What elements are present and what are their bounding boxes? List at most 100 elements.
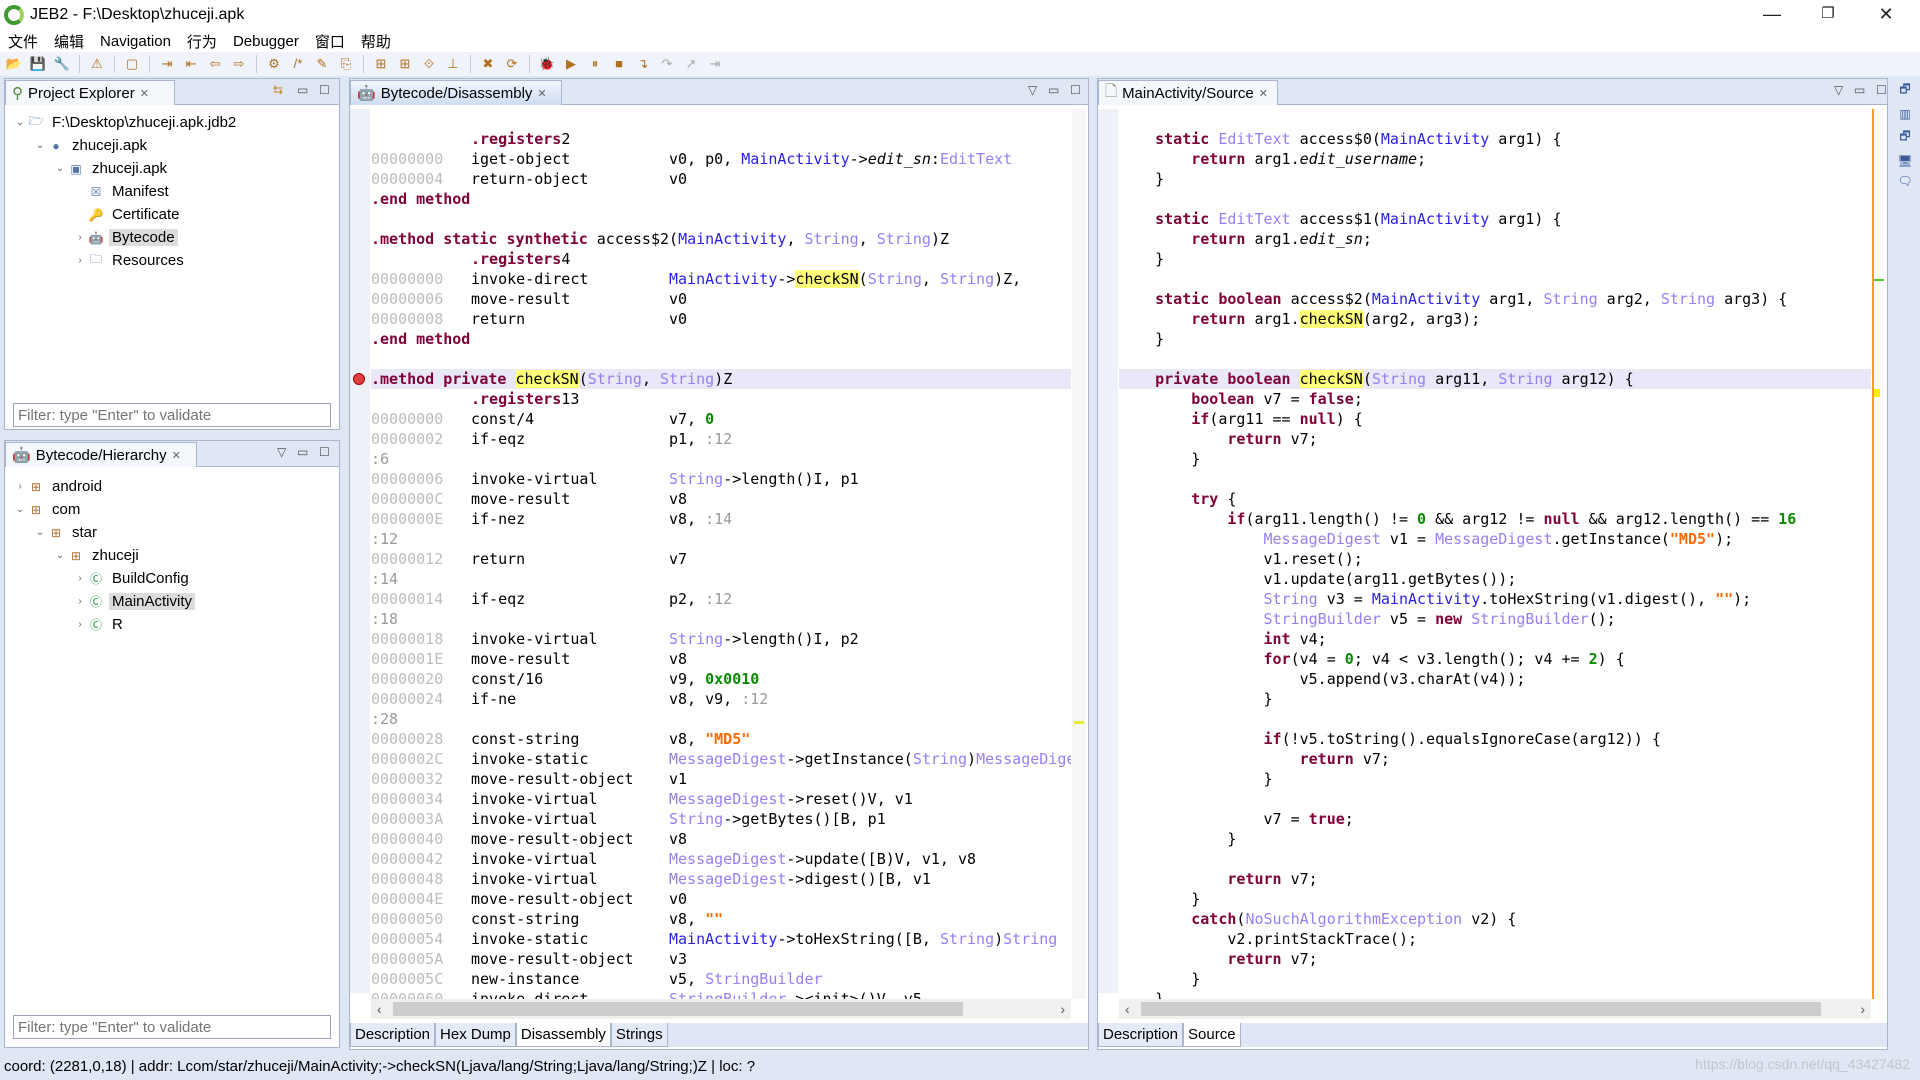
expand-toggle-icon[interactable]: › (73, 232, 87, 243)
code-line[interactable]: StringBuilder v5 = new StringBuilder(); (1119, 609, 1871, 629)
tree-item[interactable]: › 🤖 Bytecode (9, 226, 335, 249)
gears-icon[interactable]: ⚙ (264, 55, 284, 73)
tab-mainactivity-source[interactable]: 🗋 MainActivity/Source ✕ (1098, 80, 1278, 105)
expand-toggle-icon[interactable]: ⌄ (13, 117, 27, 128)
minimize-panel-icon[interactable]: ▭ (297, 83, 308, 97)
minimize-panel-icon[interactable]: ▭ (1048, 83, 1059, 97)
menu-item-3[interactable]: 行为 (187, 31, 217, 52)
tab-description[interactable]: Description (1098, 1023, 1184, 1047)
new-file-icon[interactable]: ▢ (122, 55, 142, 73)
expand-toggle-icon[interactable]: ⌄ (33, 527, 47, 538)
code-line[interactable]: 00000034 invoke-virtual MessageDigest->res… (371, 789, 1071, 809)
code-line[interactable]: private boolean checkSN(String arg11, St… (1119, 369, 1871, 389)
code-line[interactable]: return v7; (1119, 869, 1871, 889)
restore-button[interactable]: ❐ (1800, 0, 1856, 30)
pause-icon[interactable]: ⏸ (585, 55, 605, 73)
code-line[interactable]: } (1119, 329, 1871, 349)
code-line[interactable]: 0000001E move-result v8 (371, 649, 1071, 669)
link-editor-icon[interactable]: ⇆ (273, 83, 283, 97)
code-line[interactable] (371, 209, 1071, 229)
overview-ruler[interactable] (1872, 109, 1884, 999)
tab-description[interactable]: Description (350, 1023, 436, 1047)
code-line[interactable]: :14 (371, 569, 1071, 589)
code-line[interactable]: static boolean access$2(MainActivity arg… (1119, 289, 1871, 309)
code-line[interactable]: 00000020 const/16 v9, 0x0010 (371, 669, 1071, 689)
code-line[interactable]: static EditText access$0(MainActivity ar… (1119, 129, 1871, 149)
code-line[interactable]: return v7; (1119, 949, 1871, 969)
project-filter-input[interactable] (13, 403, 331, 427)
comments-icon[interactable]: 🗨 (1897, 174, 1912, 188)
expand-toggle-icon[interactable]: › (73, 596, 87, 607)
code-line[interactable]: 0000000C move-result v8 (371, 489, 1071, 509)
expand-toggle-icon[interactable]: › (73, 573, 87, 584)
view-menu-icon[interactable]: ▽ (1834, 83, 1843, 97)
code-line[interactable]: if(arg11 == null) { (1119, 409, 1871, 429)
tree-item[interactable]: › Ⓒ R (9, 613, 335, 636)
tab-hex-dump[interactable]: Hex Dump (435, 1023, 516, 1047)
tab-strings[interactable]: Strings (610, 1023, 668, 1047)
tab-bytecode-disassembly[interactable]: 🤖 Bytecode/Disassembly ✕ (350, 80, 562, 105)
code-line[interactable]: } (1119, 829, 1871, 849)
code-line[interactable]: } (1119, 989, 1871, 999)
code-line[interactable]: return v7; (1119, 429, 1871, 449)
expand-toggle-icon[interactable]: ⌄ (33, 140, 47, 151)
code-line[interactable]: .registers13 (371, 389, 1071, 409)
code-line[interactable]: v1.reset(); (1119, 549, 1871, 569)
tree-item[interactable]: ⌄ 🗁 F:\Desktop\zhuceji.apk.jdb2 (9, 111, 335, 134)
navigate-icon[interactable]: ⟐ (419, 55, 439, 73)
code-line[interactable]: 00000006 move-result v0 (371, 289, 1071, 309)
code-line[interactable]: 00000006 invoke-virtual String->length()I,… (371, 469, 1071, 489)
disassembly-code[interactable]: .registers2 00000000 iget-object v0, p0, Ma… (353, 129, 1071, 999)
code-line[interactable]: v2.printStackTrace(); (1119, 929, 1871, 949)
tree-icon[interactable]: ⊥ (443, 55, 463, 73)
open-icon[interactable]: 📂 (4, 55, 24, 73)
code-line[interactable]: } (1119, 969, 1871, 989)
menu-item-4[interactable]: Debugger (233, 33, 299, 50)
code-line[interactable]: 00000000 invoke-direct MainActivity->check… (371, 269, 1071, 289)
source-code[interactable]: static EditText access$0(MainActivity ar… (1119, 109, 1871, 999)
menu-item-0[interactable]: 文件 (8, 31, 38, 52)
code-line[interactable]: .registers4 (371, 249, 1071, 269)
code-line[interactable]: .method static synthetic access$2(MainAc… (371, 229, 1071, 249)
tree-item[interactable]: › 🗀 Resources (9, 249, 335, 272)
code-line[interactable]: 00000040 move-result-object v8 (371, 829, 1071, 849)
code-line[interactable]: MessageDigest v1 = MessageDigest.getInst… (1119, 529, 1871, 549)
jump-icon[interactable]: ⇥ (157, 55, 177, 73)
expand-toggle-icon[interactable]: ⌄ (53, 550, 67, 561)
expand-toggle-icon[interactable]: › (13, 481, 27, 492)
code-line[interactable]: boolean v7 = false; (1119, 389, 1871, 409)
breakpoint-gutter[interactable] (350, 109, 370, 993)
debug-icon[interactable]: 🐞 (537, 55, 557, 73)
code-line[interactable]: } (1119, 249, 1871, 269)
code-line[interactable] (1119, 109, 1871, 129)
wrench-icon[interactable]: 🔧 (52, 55, 72, 73)
code-line[interactable]: 00000042 invoke-virtual MessageDigest->upd… (371, 849, 1071, 869)
code-line[interactable]: 0000003A invoke-virtual String->getBytes()… (371, 809, 1071, 829)
breakpoint-icon[interactable] (353, 373, 365, 385)
rename-icon[interactable]: ✎ (312, 55, 332, 73)
code-line[interactable]: 00000048 invoke-virtual MessageDigest->dig… (371, 869, 1071, 889)
hierarchy-filter-input[interactable] (13, 1015, 331, 1039)
code-line[interactable]: catch(NoSuchAlgorithmException v2) { (1119, 909, 1871, 929)
warning-icon[interactable]: ⚠ (87, 55, 107, 73)
maximize-panel-icon[interactable]: ☐ (1876, 83, 1887, 97)
tree-item[interactable]: 🔑 Certificate (9, 203, 335, 226)
menu-item-5[interactable]: 窗口 (315, 31, 345, 52)
export-icon[interactable]: ⎘ (336, 55, 356, 73)
code-line[interactable]: :6 (371, 449, 1071, 469)
restore-icon[interactable]: 🗗 (1899, 127, 1910, 148)
tree-item[interactable]: ⌄ ● zhuceji.apk (9, 134, 335, 157)
code-line[interactable]: 0000005C new-instance v5, StringBuilder (371, 969, 1071, 989)
tree-item[interactable]: ⌄ ⊞ zhuceji (9, 544, 335, 567)
code-line[interactable]: for(v4 = 0; v4 < v3.length(); v4 += 2) { (1119, 649, 1871, 669)
expand-toggle-icon[interactable]: ⌄ (53, 163, 67, 174)
tree-item[interactable]: ⌄ ▣ zhuceji.apk (9, 157, 335, 180)
code-line[interactable] (1119, 469, 1871, 489)
expand-toggle-icon[interactable]: › (73, 619, 87, 630)
console-icon[interactable]: 🖥 (1897, 154, 1912, 168)
code-line[interactable]: if(arg11.length() != 0 && arg12 != null … (1119, 509, 1871, 529)
maximize-panel-icon[interactable]: ☐ (319, 445, 330, 459)
tab-bytecode-hierarchy[interactable]: 🤖 Bytecode/Hierarchy ✕ (5, 442, 197, 467)
code-line[interactable]: try { (1119, 489, 1871, 509)
code-line[interactable]: } (1119, 689, 1871, 709)
